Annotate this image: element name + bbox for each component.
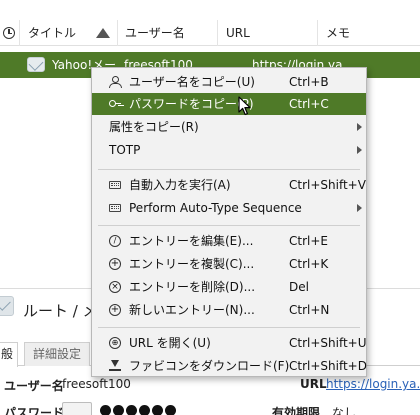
menu-totp[interactable]: TOTP — [92, 139, 366, 161]
sort-up-icon — [96, 28, 110, 38]
password-mask — [100, 405, 178, 415]
download-icon — [109, 360, 121, 372]
url-label: URL — [300, 377, 327, 391]
menu-copy-attribute[interactable]: 属性をコピー(R) — [92, 116, 366, 138]
keyboard-icon — [109, 181, 121, 189]
username-label: ユーザー名 — [4, 379, 64, 393]
menu-label: ユーザー名をコピー(U) — [129, 75, 255, 89]
menu-edit-entry[interactable]: / エントリーを編集(E)... Ctrl+E — [92, 230, 366, 252]
menu-separator — [98, 169, 360, 170]
tab-advanced[interactable]: 詳細設定 — [24, 342, 90, 366]
menu-clone-entry[interactable]: + エントリーを複製(C)... Ctrl+K — [92, 253, 366, 275]
menu-shortcut: Ctrl+Shift+V — [289, 178, 366, 192]
delete-icon: × — [109, 281, 121, 293]
menu-open-url[interactable]: ⊕ URL を開く(U) Ctrl+Shift+U — [92, 332, 367, 354]
menu-label: エントリーを削除(D)... — [129, 280, 256, 294]
submenu-arrow-icon — [357, 204, 362, 212]
key-icon — [109, 98, 121, 110]
password-field-row: パスワード 有効期限 なし — [0, 402, 420, 415]
url-link[interactable]: https://login.ya... — [326, 377, 420, 391]
menu-shortcut: Ctrl+C — [289, 97, 329, 111]
column-notes-label: メモ — [326, 26, 351, 40]
menu-auto-type-sequence[interactable]: Perform Auto-Type Sequence — [92, 197, 366, 219]
globe-icon: ⊕ — [109, 337, 121, 349]
menu-delete-entry[interactable]: × エントリーを削除(D)... Del — [92, 276, 366, 298]
menu-shortcut: Ctrl+B — [289, 75, 329, 89]
clone-icon: + — [109, 258, 121, 270]
menu-separator — [98, 327, 360, 328]
tab-general[interactable]: 般 — [0, 342, 18, 367]
menu-label: ファビコンをダウンロード(F) — [129, 359, 290, 373]
menu-auto-type[interactable]: 自動入力を実行(A) Ctrl+Shift+V — [92, 174, 366, 196]
mail-entry-icon — [0, 296, 14, 316]
password-label: パスワード — [4, 406, 65, 415]
mouse-pointer-icon — [238, 96, 251, 116]
menu-shortcut: Ctrl+E — [289, 234, 328, 248]
username-field-row: ユーザー名 freesoft100 URL https://login.ya..… — [0, 375, 420, 395]
add-icon: + — [109, 304, 121, 316]
user-icon — [109, 76, 122, 88]
column-title-label: タイトル — [28, 26, 77, 40]
column-header-title[interactable]: タイトル — [20, 20, 118, 46]
column-header-notes[interactable]: メモ — [318, 20, 420, 46]
menu-shortcut: Ctrl+Shift+U — [289, 336, 367, 350]
menu-label: エントリーを複製(C)... — [129, 257, 255, 271]
menu-download-favicon[interactable]: ファビコンをダウンロード(F) Ctrl+Shift+D — [92, 355, 367, 377]
edit-icon: / — [109, 235, 121, 247]
menu-separator — [98, 225, 360, 226]
menu-label: TOTP — [109, 143, 141, 157]
menu-shortcut: Ctrl+Shift+D — [289, 359, 367, 373]
column-url-label: URL — [226, 26, 250, 40]
expiry-value: なし — [332, 406, 357, 415]
menu-label: 新しいエントリー(N)... — [129, 303, 255, 317]
menu-copy-username[interactable]: ユーザー名をコピー(U) Ctrl+B — [92, 71, 366, 93]
column-header-modified[interactable] — [0, 20, 20, 46]
menu-label: URL を開く(U) — [129, 336, 211, 350]
username-value: freesoft100 — [62, 377, 131, 391]
menu-label: Perform Auto-Type Sequence — [129, 201, 302, 215]
column-header-username[interactable]: ユーザー名 — [118, 20, 218, 46]
keyboard-icon — [109, 204, 121, 212]
toggle-password-button[interactable] — [62, 402, 92, 415]
keepassxc-window: タイトル ユーザー名 URL メモ Yahoo!メール freesoft100 … — [0, 0, 420, 415]
menu-copy-password[interactable]: パスワードをコピー(P) Ctrl+C — [92, 93, 366, 115]
menu-label: パスワードをコピー(P) — [129, 97, 254, 111]
entry-table-header: タイトル ユーザー名 URL メモ — [0, 20, 420, 46]
menu-shortcut: Del — [289, 280, 309, 294]
column-header-url[interactable]: URL — [218, 20, 318, 46]
mail-entry-icon — [27, 57, 45, 72]
clock-icon — [3, 27, 15, 39]
menu-label: 自動入力を実行(A) — [129, 178, 231, 192]
submenu-arrow-icon — [357, 146, 362, 154]
menu-shortcut: Ctrl+K — [289, 257, 329, 271]
column-username-label: ユーザー名 — [125, 26, 185, 40]
menu-label: 属性をコピー(R) — [109, 120, 199, 134]
menu-shortcut: Ctrl+N — [289, 303, 330, 317]
entry-context-menu: ユーザー名をコピー(U) Ctrl+B パスワードをコピー(P) Ctrl+C … — [91, 67, 367, 377]
expiry-label: 有効期限 — [272, 406, 321, 415]
submenu-arrow-icon — [357, 123, 362, 131]
menu-label: エントリーを編集(E)... — [129, 234, 254, 248]
menu-new-entry[interactable]: + 新しいエントリー(N)... Ctrl+N — [92, 299, 366, 321]
